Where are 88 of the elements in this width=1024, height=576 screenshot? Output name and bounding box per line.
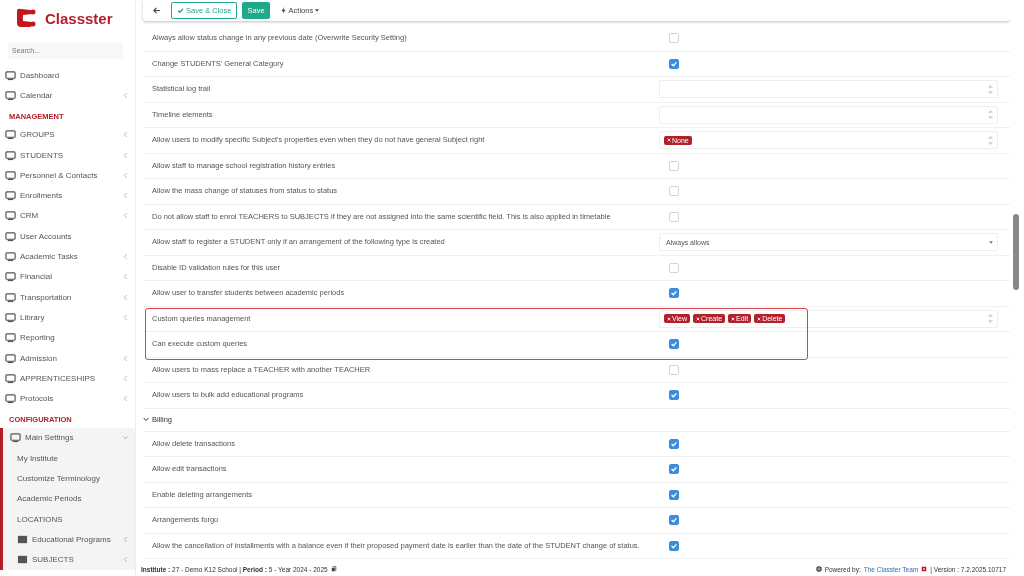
sidebar-item[interactable]: Dashboard [0, 65, 135, 86]
remove-icon[interactable] [731, 316, 736, 321]
spinner-arrows-icon [988, 109, 993, 121]
sidebar-item[interactable]: Reporting [0, 327, 135, 348]
list-icon [17, 554, 28, 566]
back-arrow-icon[interactable] [152, 6, 161, 15]
sidebar-item[interactable]: GROUPS [0, 124, 135, 145]
chevron-icon [123, 91, 128, 99]
chevron-icon [123, 171, 128, 179]
chevron-icon [123, 395, 128, 403]
sidebar-subitem[interactable]: Academic Periods [3, 488, 135, 509]
chevron-icon [123, 293, 128, 301]
remove-icon[interactable] [667, 138, 671, 143]
menu-item-icon [5, 352, 16, 364]
sidebar-item[interactable]: Protocols [0, 388, 135, 409]
menu-item-icon [5, 89, 16, 101]
sidebar-subitem[interactable]: Customize Terminology [3, 468, 135, 489]
caret-icon [315, 9, 320, 12]
chevron-icon [123, 535, 128, 543]
menu-item-icon [5, 332, 16, 344]
menu-item-icon [5, 69, 16, 81]
sidebar-item[interactable]: STUDENTS [0, 144, 135, 166]
chevron-icon [123, 151, 128, 159]
menu-item-icon [10, 432, 21, 444]
chevron-icon [123, 556, 128, 564]
logo-icon [921, 566, 928, 572]
chevron-icon [123, 374, 128, 382]
checkbox[interactable] [669, 489, 679, 500]
caret-icon [989, 240, 993, 244]
sidebar-item[interactable]: Calendar [0, 85, 135, 106]
sidebar-subitem[interactable]: My Institute [3, 448, 135, 469]
sidebar-subitem[interactable]: Educational Programs [3, 529, 135, 550]
sidebar-item[interactable]: CRM [0, 205, 135, 227]
chevron-icon [123, 212, 128, 220]
menu-item-icon [5, 271, 16, 283]
menu-item-icon [5, 169, 16, 181]
checkbox[interactable] [669, 438, 679, 449]
checkbox[interactable] [669, 339, 679, 350]
copyright-icon [815, 566, 822, 572]
checkbox[interactable] [669, 58, 679, 69]
chevron-icon [123, 434, 128, 442]
menu-item-icon [5, 251, 16, 262]
multi-select-field[interactable] [659, 105, 998, 124]
list-icon [17, 533, 28, 545]
menu-item-icon [5, 372, 16, 384]
sidebar-item[interactable]: Enrollments [0, 185, 135, 206]
brand-name: Classster [45, 9, 113, 27]
chevron-icon [123, 192, 128, 200]
chevron-icon [123, 313, 128, 321]
remove-icon[interactable] [667, 316, 671, 321]
chevron-icon [123, 273, 128, 281]
checkbox[interactable] [669, 288, 679, 299]
sidebar-item[interactable]: APPRENTICESHIPS [0, 368, 135, 389]
bolt-icon [279, 7, 287, 14]
sidebar-item[interactable]: Financial [0, 266, 135, 287]
check-icon [177, 7, 184, 14]
chevron-icon[interactable] [143, 417, 149, 422]
chevron-icon [123, 354, 128, 362]
checkbox[interactable] [669, 390, 679, 401]
menu-item-icon [5, 149, 16, 161]
checkbox[interactable] [669, 515, 679, 526]
sidebar-item[interactable]: Library [0, 307, 135, 328]
sidebar-item[interactable]: Personnel & Contacts [0, 165, 135, 186]
menu-item-icon [5, 190, 16, 202]
sidebar-item[interactable]: Transportation [0, 286, 135, 308]
sidebar-item[interactable]: Academic Tasks [0, 246, 135, 267]
menu-item-icon [5, 230, 16, 242]
checkbox[interactable] [669, 464, 679, 475]
chevron-icon [123, 131, 128, 139]
sidebar-item[interactable]: User Accounts [0, 226, 135, 247]
remove-icon[interactable] [696, 316, 701, 321]
chevron-icon [123, 253, 128, 260]
spinner-arrows-icon [988, 313, 993, 325]
multi-select-field[interactable] [659, 80, 998, 99]
menu-item-icon [5, 393, 16, 405]
menu-item-icon [5, 291, 16, 303]
menu-item-icon [5, 210, 16, 222]
remove-icon[interactable] [757, 316, 762, 321]
spinner-arrows-icon [988, 83, 993, 95]
menu-item-icon [5, 311, 16, 323]
copy-icon[interactable] [330, 566, 337, 572]
sidebar-item[interactable]: Main Settings [0, 427, 135, 449]
sidebar-subitem[interactable]: SUBJECTS [3, 549, 135, 570]
spinner-arrows-icon [988, 134, 993, 146]
sidebar-item[interactable]: Admission [0, 347, 135, 369]
sidebar-subitem[interactable]: LOCATIONS [3, 508, 135, 530]
menu-item-icon [5, 129, 16, 141]
checkbox[interactable] [669, 540, 679, 551]
